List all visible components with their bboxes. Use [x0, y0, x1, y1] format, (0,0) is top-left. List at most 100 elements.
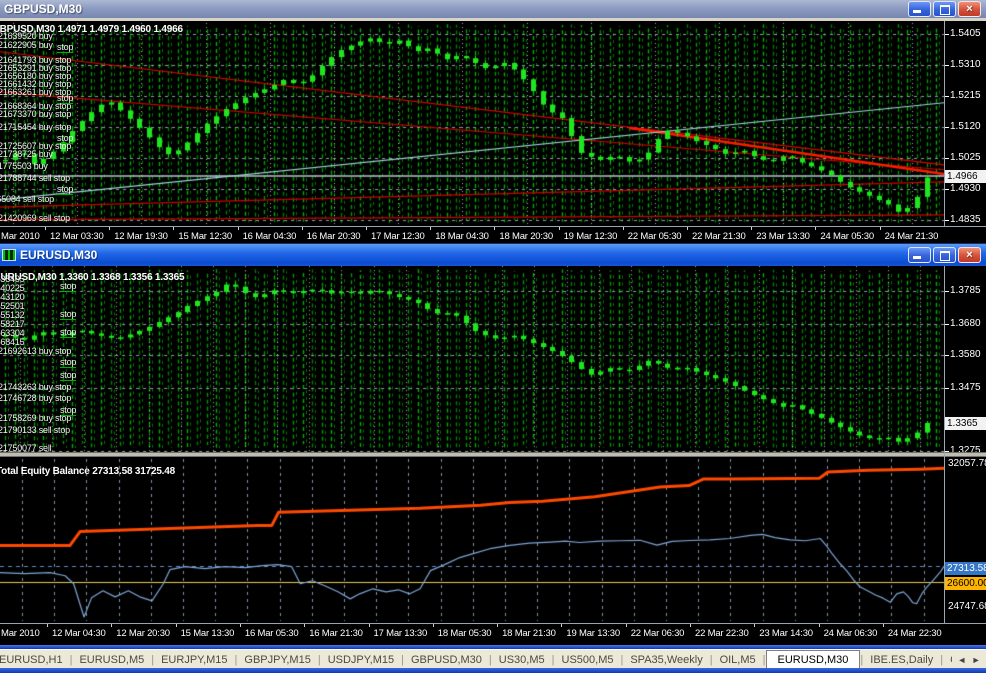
chart-tab-bar: EURUSD,H1|EURUSD,M5|EURJPY,M15|GBPJPY,M1…: [0, 649, 986, 668]
time-axis-label: 16 Mar 05:30: [245, 628, 299, 639]
scroll-left-icon[interactable]: ◄: [957, 655, 966, 665]
time-tick: [626, 624, 627, 627]
price-tick: [945, 158, 949, 159]
time-axis-label: 22 Mar 06:30: [631, 628, 685, 639]
time-tick: [304, 624, 305, 627]
time-axis-label: 16 Mar 21:30: [309, 628, 363, 639]
order-label: stop: [60, 281, 76, 292]
time-tick: [47, 624, 48, 627]
time-axis-label: 18 Mar 04:30: [435, 231, 489, 242]
time-tick: [880, 227, 881, 230]
equity-axis-max: 32057.78: [948, 458, 986, 469]
time-tick: [690, 624, 691, 627]
mt4-workspace: GBPUSD,M30 × GBPUSD,M30 1.4971 1.4979 1.…: [0, 0, 986, 673]
axis-separator: [944, 21, 945, 243]
price-axis-label: 1.4835: [950, 214, 981, 225]
price-axis-label: 1.3475: [950, 382, 981, 393]
tab-oil-m5[interactable]: OIL,M5: [713, 652, 763, 668]
time-axis-label: 12 Mar 03:30: [50, 231, 104, 242]
tab-usdjpy-m15[interactable]: USDJPY,M15: [321, 652, 401, 668]
tab-ibe-es-daily[interactable]: IBE.ES,Daily: [863, 652, 940, 668]
tab-scroll-arrows: ◄ ►: [952, 650, 986, 668]
time-axis-label: 22 Mar 22:30: [695, 628, 749, 639]
tab-gbpjpy-m15[interactable]: GBPJPY,M15: [237, 652, 317, 668]
equity-indicator-canvas[interactable]: [0, 457, 944, 623]
time-tick: [176, 624, 177, 627]
time-axis-label: 18 Mar 21:30: [502, 628, 556, 639]
price-tick: [945, 189, 949, 190]
price-axis-label: 1.5025: [950, 152, 981, 163]
tab-eurusd-h1[interactable]: EURUSD,H1: [0, 652, 70, 668]
gbpusd-chart-canvas[interactable]: [0, 21, 944, 226]
time-axis-label: 24 Mar 06:30: [824, 628, 878, 639]
time-axis-label: 17 Mar 12:30: [371, 231, 425, 242]
minimize-icon[interactable]: [908, 247, 931, 263]
time-tick: [111, 624, 112, 627]
price-axis-label: 1.5310: [950, 59, 981, 70]
time-axis-label: 24 Mar 21:30: [885, 231, 939, 242]
equity-level-tag: 26600.00: [945, 577, 986, 590]
scroll-right-icon[interactable]: ►: [972, 655, 981, 665]
time-axis-label: 22 Mar 05:30: [628, 231, 682, 242]
time-tick: [494, 227, 495, 230]
tab-eurjpy-m15[interactable]: EURJPY,M15: [154, 652, 234, 668]
time-tick: [819, 624, 820, 627]
order-label: 21790133 sell stop: [0, 425, 70, 435]
price-tick: [945, 355, 949, 356]
eurusd-time-axis[interactable]: Mar 201012 Mar 04:3012 Mar 20:3015 Mar 1…: [0, 624, 986, 645]
order-label: 21622905 buy: [0, 40, 53, 50]
time-tick: [497, 624, 498, 627]
time-axis-label: 12 Mar 04:30: [52, 628, 106, 639]
time-axis-label: 12 Mar 19:30: [114, 231, 168, 242]
tab-us30-m5[interactable]: US30,M5: [492, 652, 552, 668]
window-eurusd-title: EURUSD,M30: [20, 248, 97, 262]
price-axis-label: 1.3785: [950, 285, 981, 296]
price-tick: [945, 65, 949, 66]
price-axis-label: 1.3680: [950, 318, 981, 329]
time-axis-label: 24 Mar 22:30: [888, 628, 942, 639]
price-axis-label: 1.4930: [950, 183, 981, 194]
window-eurusd-titlebar[interactable]: EURUSD,M30 ×: [0, 243, 986, 266]
tab-gbpusd-m30[interactable]: GBPUSD,M30: [404, 652, 489, 668]
window-gbpusd-controls: ×: [908, 1, 981, 17]
tab-spa35-weekly[interactable]: SPA35,Weekly: [623, 652, 709, 668]
close-icon[interactable]: ×: [958, 1, 981, 17]
price-axis-label: 1.5120: [950, 121, 981, 132]
price-axis-label: 1.5215: [950, 90, 981, 101]
window-eurusd-controls: ×: [908, 247, 981, 263]
maximize-icon[interactable]: [933, 247, 956, 263]
price-axis-label: 1.3580: [950, 349, 981, 360]
time-tick: [754, 624, 755, 627]
time-axis-label: 12 Mar 20:30: [116, 628, 170, 639]
close-icon[interactable]: ×: [958, 247, 981, 263]
gbpusd-current-price-tag: 1.4966: [945, 170, 986, 183]
time-tick: [561, 624, 562, 627]
maximize-icon[interactable]: [933, 1, 956, 17]
tab-eurusd-m30[interactable]: EURUSD,M30: [766, 650, 861, 669]
time-tick: [751, 227, 752, 230]
time-tick: [240, 624, 241, 627]
time-axis-label: 23 Mar 13:30: [756, 231, 810, 242]
time-tick: [433, 624, 434, 627]
order-label: stop: [57, 184, 73, 195]
time-tick: [302, 227, 303, 230]
time-tick: [366, 227, 367, 230]
time-axis-label: 17 Mar 13:30: [374, 628, 428, 639]
time-tick: [815, 227, 816, 230]
time-axis-label: 19 Mar 12:30: [564, 231, 618, 242]
order-label: stop: [60, 370, 76, 381]
window-gbpusd-titlebar[interactable]: GBPUSD,M30 ×: [0, 0, 986, 19]
time-axis-label: 24 Mar 05:30: [820, 231, 874, 242]
minimize-icon[interactable]: [908, 1, 931, 17]
gbpusd-time-axis[interactable]: Mar 201012 Mar 03:3012 Mar 19:3015 Mar 1…: [0, 227, 986, 243]
tab-us500-m5[interactable]: US500,M5: [555, 652, 621, 668]
order-label: 21738725 buy: [0, 149, 53, 159]
order-label: 21743263 buy stop: [0, 382, 71, 392]
frame-bottom-edge: [0, 668, 986, 673]
order-label: stop: [60, 309, 76, 320]
time-tick: [369, 624, 370, 627]
tab-eurusd-m5[interactable]: EURUSD,M5: [72, 652, 151, 668]
time-tick: [45, 227, 46, 230]
eurusd-chart-canvas[interactable]: [0, 266, 944, 452]
time-axis-label: 22 Mar 21:30: [692, 231, 746, 242]
